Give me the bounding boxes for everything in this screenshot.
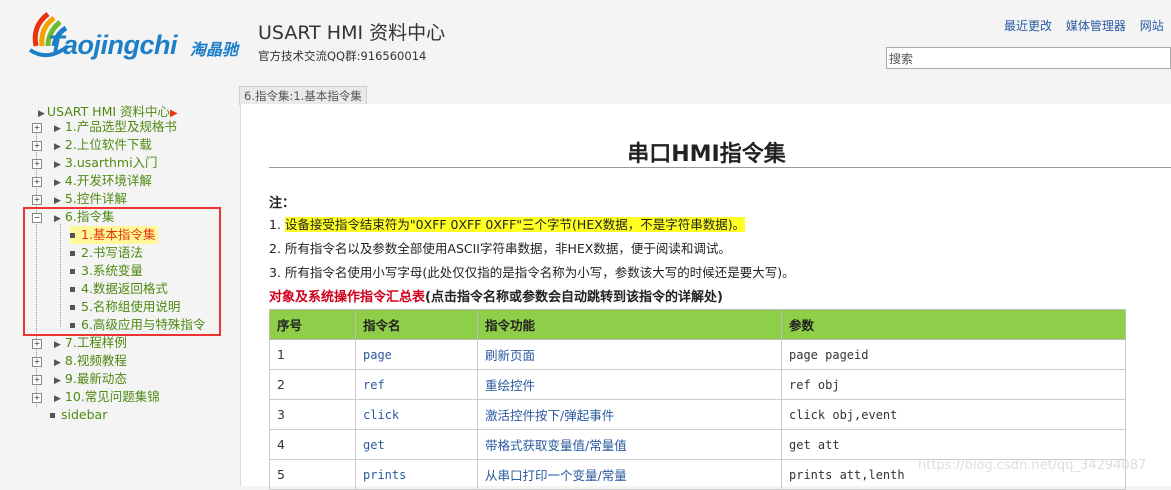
sidebar-item-3[interactable]: ▶ 3.usarthmi入门 xyxy=(54,154,158,172)
expand-icon[interactable]: + xyxy=(32,159,42,169)
sidebar-item-sidebar[interactable]: sidebar xyxy=(50,406,107,424)
note-1-number: 1. xyxy=(269,217,281,232)
link-sitemap[interactable]: 网站 xyxy=(1140,19,1164,33)
sidebar-item-7[interactable]: ▶ 7.工程样例 xyxy=(54,334,127,352)
expand-icon[interactable]: + xyxy=(32,195,42,205)
cell-command[interactable]: click xyxy=(355,399,478,430)
logo-cn-text: 淘晶驰 xyxy=(190,40,239,59)
note-heading: 注： xyxy=(269,196,296,211)
table-header-row: 序号 指令名 指令功能 参数 xyxy=(269,309,1126,340)
table-row: 2 ref 重绘控件 ref obj xyxy=(269,369,1126,400)
top-links: 最近更改 媒体管理器 网站 xyxy=(1004,17,1171,34)
cell-index: 4 xyxy=(269,429,356,460)
sidebar-item-10[interactable]: ▶ 10.常见问题集锦 xyxy=(54,388,160,406)
title-divider xyxy=(269,167,1171,168)
expand-icon[interactable]: + xyxy=(32,357,42,367)
cell-index: 2 xyxy=(269,369,356,400)
table-row: 3 click 激活控件按下/弹起事件 click obj,event xyxy=(269,399,1126,430)
sidebar-root-label: USART HMI 资料中心 xyxy=(46,104,171,119)
cell-params[interactable]: click obj,event xyxy=(781,399,1126,430)
link-recent-changes[interactable]: 最近更改 xyxy=(1004,19,1052,33)
sidebar-item-9[interactable]: ▶ 9.最新动态 xyxy=(54,370,127,388)
cell-function[interactable]: 刷新页面 xyxy=(477,339,782,370)
expand-icon[interactable]: + xyxy=(32,177,42,187)
sidebar-item-1[interactable]: ▶ 1.产品选型及规格书 xyxy=(54,118,177,136)
logo-text: Taojingchi xyxy=(48,30,178,60)
sidebar-item-label: sidebar xyxy=(61,407,108,422)
cell-params[interactable]: page pageid xyxy=(781,339,1126,370)
note-3: 3. 所有指令名使用小写字母(此处仅仅指的是指令名称为小写，参数该大写的时候还是… xyxy=(269,265,795,280)
sidebar-item-label: 4.开发环境详解 xyxy=(64,173,152,188)
col-header-params: 参数 xyxy=(781,309,1126,340)
cell-command[interactable]: prints xyxy=(355,459,478,490)
logo[interactable]: Taojingchi 淘晶驰 xyxy=(28,6,248,66)
summary-heading-red: 对象及系统操作指令汇总表 xyxy=(269,290,426,305)
table-row: 4 get 带格式获取变量值/常量值 get att xyxy=(269,429,1126,460)
page-title: 串口HMI指令集 xyxy=(627,142,786,167)
sidebar-item-label: 5.控件详解 xyxy=(64,191,127,206)
cell-index: 3 xyxy=(269,399,356,430)
sidebar-item-label: 9.最新动态 xyxy=(64,371,127,386)
note-1-highlight: 设备接受指令结束符为"0XFF 0XFF 0XFF"三个字节(HEX数据，不是字… xyxy=(284,217,746,232)
link-media-manager[interactable]: 媒体管理器 xyxy=(1066,19,1126,33)
cell-index: 1 xyxy=(269,339,356,370)
caret-right-icon: ▶ xyxy=(38,109,45,119)
expand-icon[interactable]: + xyxy=(32,375,42,385)
cell-command[interactable]: ref xyxy=(355,369,478,400)
cell-command[interactable]: page xyxy=(355,339,478,370)
sidebar-item-label: 7.工程样例 xyxy=(64,335,127,350)
expand-icon[interactable]: + xyxy=(32,141,42,151)
main-content: 串口HMI指令集 注： 1. 设备接受指令结束符为"0XFF 0XFF 0XFF… xyxy=(240,104,1171,490)
cell-function[interactable]: 带格式获取变量值/常量值 xyxy=(477,429,782,460)
sidebar-item-label: 10.常见问题集锦 xyxy=(64,389,160,404)
bullet-icon xyxy=(50,413,55,418)
expand-icon[interactable]: + xyxy=(32,393,42,403)
cell-function[interactable]: 激活控件按下/弹起事件 xyxy=(477,399,782,430)
sidebar-item-label: 1.产品选型及规格书 xyxy=(64,119,177,134)
sidebar-item-label: 3.usarthmi入门 xyxy=(64,155,158,170)
col-header-command: 指令名 xyxy=(355,309,478,340)
note-1: 1. 设备接受指令结束符为"0XFF 0XFF 0XFF"三个字节(HEX数据，… xyxy=(269,214,746,233)
summary-heading: 对象及系统操作指令汇总表(点击指令名称或参数会自动跳转到该指令的详解处) xyxy=(269,286,723,305)
search-input[interactable] xyxy=(886,47,1171,69)
col-header-function: 指令功能 xyxy=(477,309,782,340)
cell-params[interactable]: ref obj xyxy=(781,369,1126,400)
site-header: Taojingchi 淘晶驰 USART HMI 资料中心 官方技术交流QQ群:… xyxy=(0,0,1171,100)
cell-index: 5 xyxy=(269,459,356,490)
expand-icon[interactable]: + xyxy=(32,123,42,133)
sidebar-item-8[interactable]: ▶ 8.视频教程 xyxy=(54,352,127,370)
cell-params[interactable]: get att xyxy=(781,429,1126,460)
col-header-index: 序号 xyxy=(269,309,356,340)
cell-function[interactable]: 从串口打印一个变量/常量 xyxy=(477,459,782,490)
sidebar-item-5[interactable]: ▶ 5.控件详解 xyxy=(54,190,127,208)
watermark: https://blog.csdn.net/qq_34294087 xyxy=(918,458,1147,473)
cell-function[interactable]: 重绘控件 xyxy=(477,369,782,400)
expand-icon[interactable]: + xyxy=(32,339,42,349)
sidebar-item-label: 2.上位软件下载 xyxy=(64,137,152,152)
table-row: 1 page 刷新页面 page pageid xyxy=(269,339,1126,370)
sidebar-item-2[interactable]: ▶ 2.上位软件下载 xyxy=(54,136,152,154)
site-subtitle: 官方技术交流QQ群:916560014 xyxy=(258,49,427,63)
cell-command[interactable]: get xyxy=(355,429,478,460)
sidebar-item-label: 8.视频教程 xyxy=(64,353,127,368)
summary-heading-note: (点击指令名称或参数会自动跳转到该指令的详解处) xyxy=(425,290,723,305)
page-tab[interactable]: 6.指令集:1.基本指令集 xyxy=(239,86,367,105)
site-title[interactable]: USART HMI 资料中心 xyxy=(258,18,445,45)
sidebar-item-4[interactable]: ▶ 4.开发环境详解 xyxy=(54,172,152,190)
highlight-box xyxy=(23,207,221,336)
note-2: 2. 所有指令名以及参数全部使用ASCII字符串数据，非HEX数据，便于阅读和调… xyxy=(269,241,731,256)
